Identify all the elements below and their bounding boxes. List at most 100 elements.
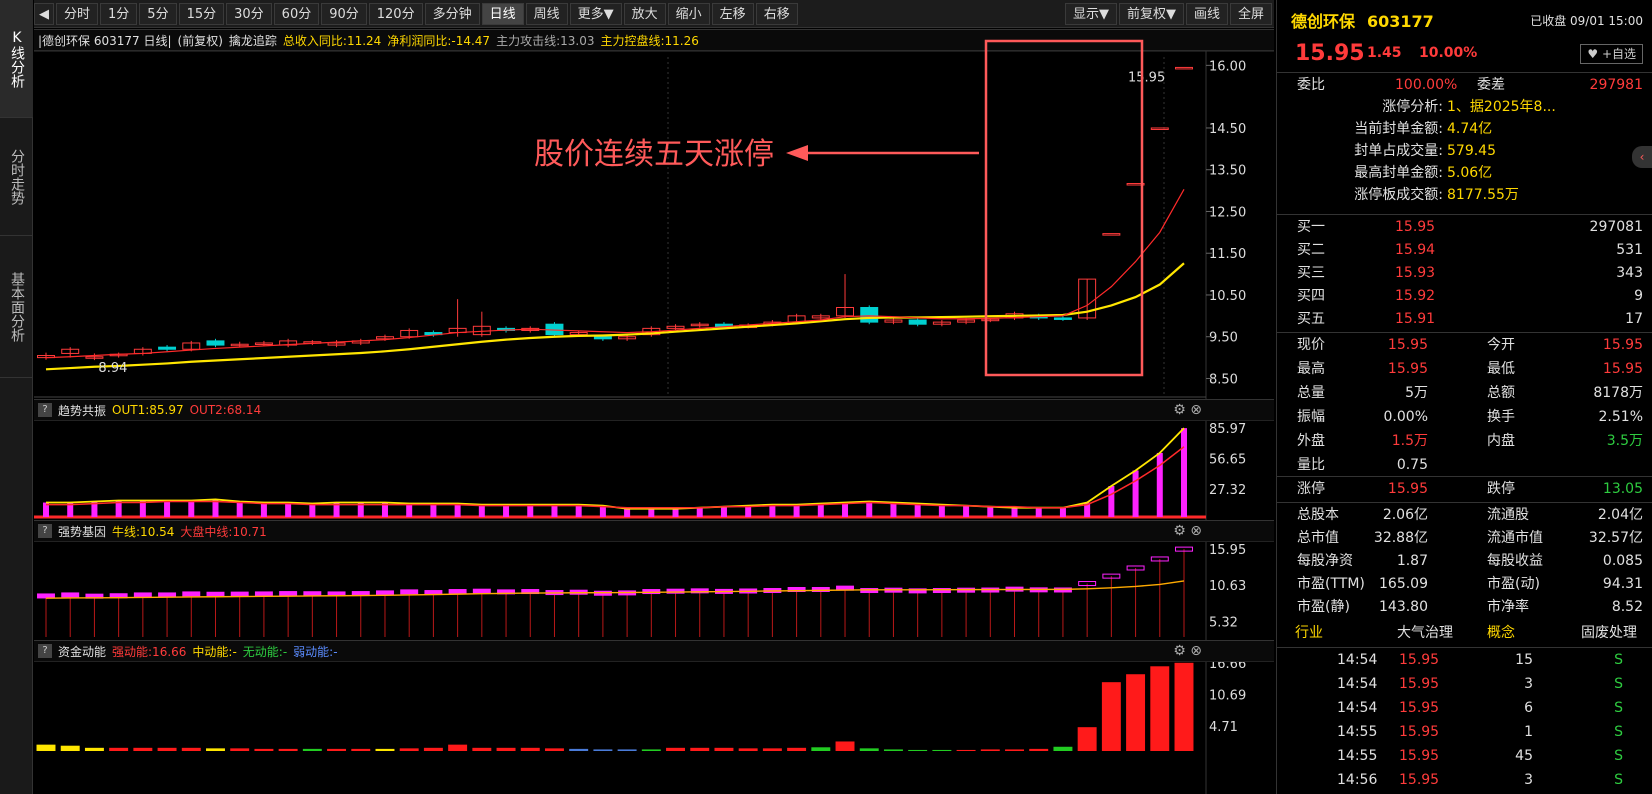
p2-marker [400,589,419,595]
p1-bar [963,505,970,517]
panel3-controls[interactable]: ⚙ ⊗ [1173,643,1202,659]
tab-fundamental[interactable]: 基本面分析 [0,236,33,378]
toolbar-button-7[interactable]: 120分 [368,2,423,25]
help-icon[interactable]: ? [38,644,52,658]
p3-bar [1174,662,1194,751]
limitup-row: 当前封单金额: 4.74亿 [1277,118,1652,140]
fund-row: 市盈(静) 143.80 市净率 8.52 [1277,596,1652,619]
y-tick-label: 16.00 [1209,59,1246,74]
p1-bar [454,503,461,517]
add-watchlist-button[interactable]: ♥ +自选 [1580,44,1643,64]
p3-bar [738,748,758,751]
p1-bar [987,506,994,517]
toolbar-right: 显示▼ 前复权▼ 画线 全屏 [1064,2,1274,25]
limitup-label: 最高封单金额: [1354,165,1443,181]
p2-marker [37,593,55,599]
toolbar-button-8[interactable]: 多分钟 [424,2,480,25]
fund-row: 市盈(TTM) 165.09 市盈(动) 94.31 [1277,573,1652,596]
p1-bar [1011,507,1018,517]
candle-body [206,340,225,346]
fund-value: 143.80 [1379,599,1428,615]
toolbar-button-5[interactable]: 60分 [273,2,320,25]
p1-bar [1156,452,1163,517]
tick-side: S [1614,748,1623,764]
toolbar-button-14[interactable]: 左移 [711,2,754,25]
stat-row: 现价 15.95 今开 15.95 [1277,334,1652,357]
p3-bar [1053,746,1073,751]
panel3-strong: 强动能:16.66 [112,644,187,659]
toolbar-button-13[interactable]: 缩小 [667,2,710,25]
help-icon[interactable]: ? [38,524,52,538]
toolbar-button-0[interactable]: 分时 [56,2,99,25]
panel3-title[interactable]: 资金动能 [58,643,106,660]
toolbar-right-button-1[interactable]: 前复权▼ [1118,2,1184,25]
stat-value: 3.5万 [1606,433,1643,449]
tick-side: S [1614,676,1623,692]
toolbar-right-button-3[interactable]: 全屏 [1229,2,1272,25]
p1-bar [866,501,873,517]
toolbar-right-button-2[interactable]: 画线 [1185,2,1228,25]
p1-bar [1181,428,1187,517]
toolbar-button-3[interactable]: 15分 [178,2,225,25]
tick-side: S [1614,724,1623,740]
panel2-controls[interactable]: ⚙ ⊗ [1173,523,1202,539]
toolbar-button-11[interactable]: 更多▼ [569,2,622,25]
p2-marker [472,588,491,594]
p3-bar [956,749,976,751]
bid-label: 买四 [1297,288,1325,304]
tick-volume: 3 [1524,676,1533,692]
panel3-mid: 中动能:- [192,644,237,659]
stock-code: 603177 [1367,12,1434,31]
toolbar-button-15[interactable]: 右移 [755,2,798,25]
help-icon[interactable]: ? [38,403,52,417]
tick-side: S [1614,772,1623,788]
panel2-title[interactable]: 强势基因 [58,523,106,540]
toolbar-button-12[interactable]: 放大 [623,2,666,25]
industry-value[interactable]: 大气治理 [1397,622,1453,645]
candle-body [1175,66,1193,70]
toolbar-button-9[interactable]: 日线 [481,2,524,25]
fund-value: 32.57亿 [1588,530,1643,546]
toolbar-button-10[interactable]: 周线 [525,2,568,25]
panel1-controls[interactable]: ⚙ ⊗ [1173,402,1202,418]
bid-row: 买二 15.94 531 [1277,239,1652,262]
p2-marker [133,592,152,598]
p1-bar [260,502,267,517]
industry-label: 行业 [1295,625,1323,641]
p1-bar [285,502,292,517]
fund-label: 总市值 [1297,530,1339,546]
tick-price: 15.95 [1399,748,1440,764]
y-tick-label: 9.50 [1209,331,1238,346]
bid-volume: 297081 [1589,219,1643,235]
bid-label: 买一 [1297,219,1325,235]
collapse-arrow-icon[interactable]: ‹ [1632,146,1652,168]
bid-price: 15.95 [1395,219,1436,235]
p3-bar [787,747,807,751]
p3-bar [690,747,710,751]
stat-value: 0.00% [1383,409,1428,425]
p1-bar [478,504,485,517]
p2-marker [61,592,80,598]
toolbar-button-4[interactable]: 30分 [226,2,272,25]
panel2-bull: 牛线:10.54 [112,524,175,539]
p2-y-tick: 10.63 [1209,579,1246,594]
tab-kline[interactable]: K线分析 [0,0,33,118]
toolbar-right-button-0[interactable]: 显示▼ [1064,2,1117,25]
p1-bar [672,508,679,517]
p3-bar [472,747,492,751]
panel1-title[interactable]: 趋势共振 [58,402,106,419]
weibi-value: 100.00% [1395,77,1458,93]
toolbar-button-6[interactable]: 90分 [321,2,367,25]
concept-value[interactable]: 固废处理 [1581,622,1637,645]
bid-volume: 343 [1616,265,1643,281]
p1-bar [793,504,800,517]
collapse-button[interactable]: ◀ [34,2,54,25]
limitup-label: 当前封单金额: [1354,121,1443,137]
bid-row: 买四 15.92 9 [1277,285,1652,308]
toolbar-button-2[interactable]: 5分 [139,2,177,25]
toolbar-button-1[interactable]: 1分 [100,2,138,25]
p3-bar [811,747,831,751]
tab-intraday[interactable]: 分时走势 [0,118,33,236]
tick-volume: 15 [1515,652,1533,668]
bid-price: 15.94 [1395,242,1436,258]
